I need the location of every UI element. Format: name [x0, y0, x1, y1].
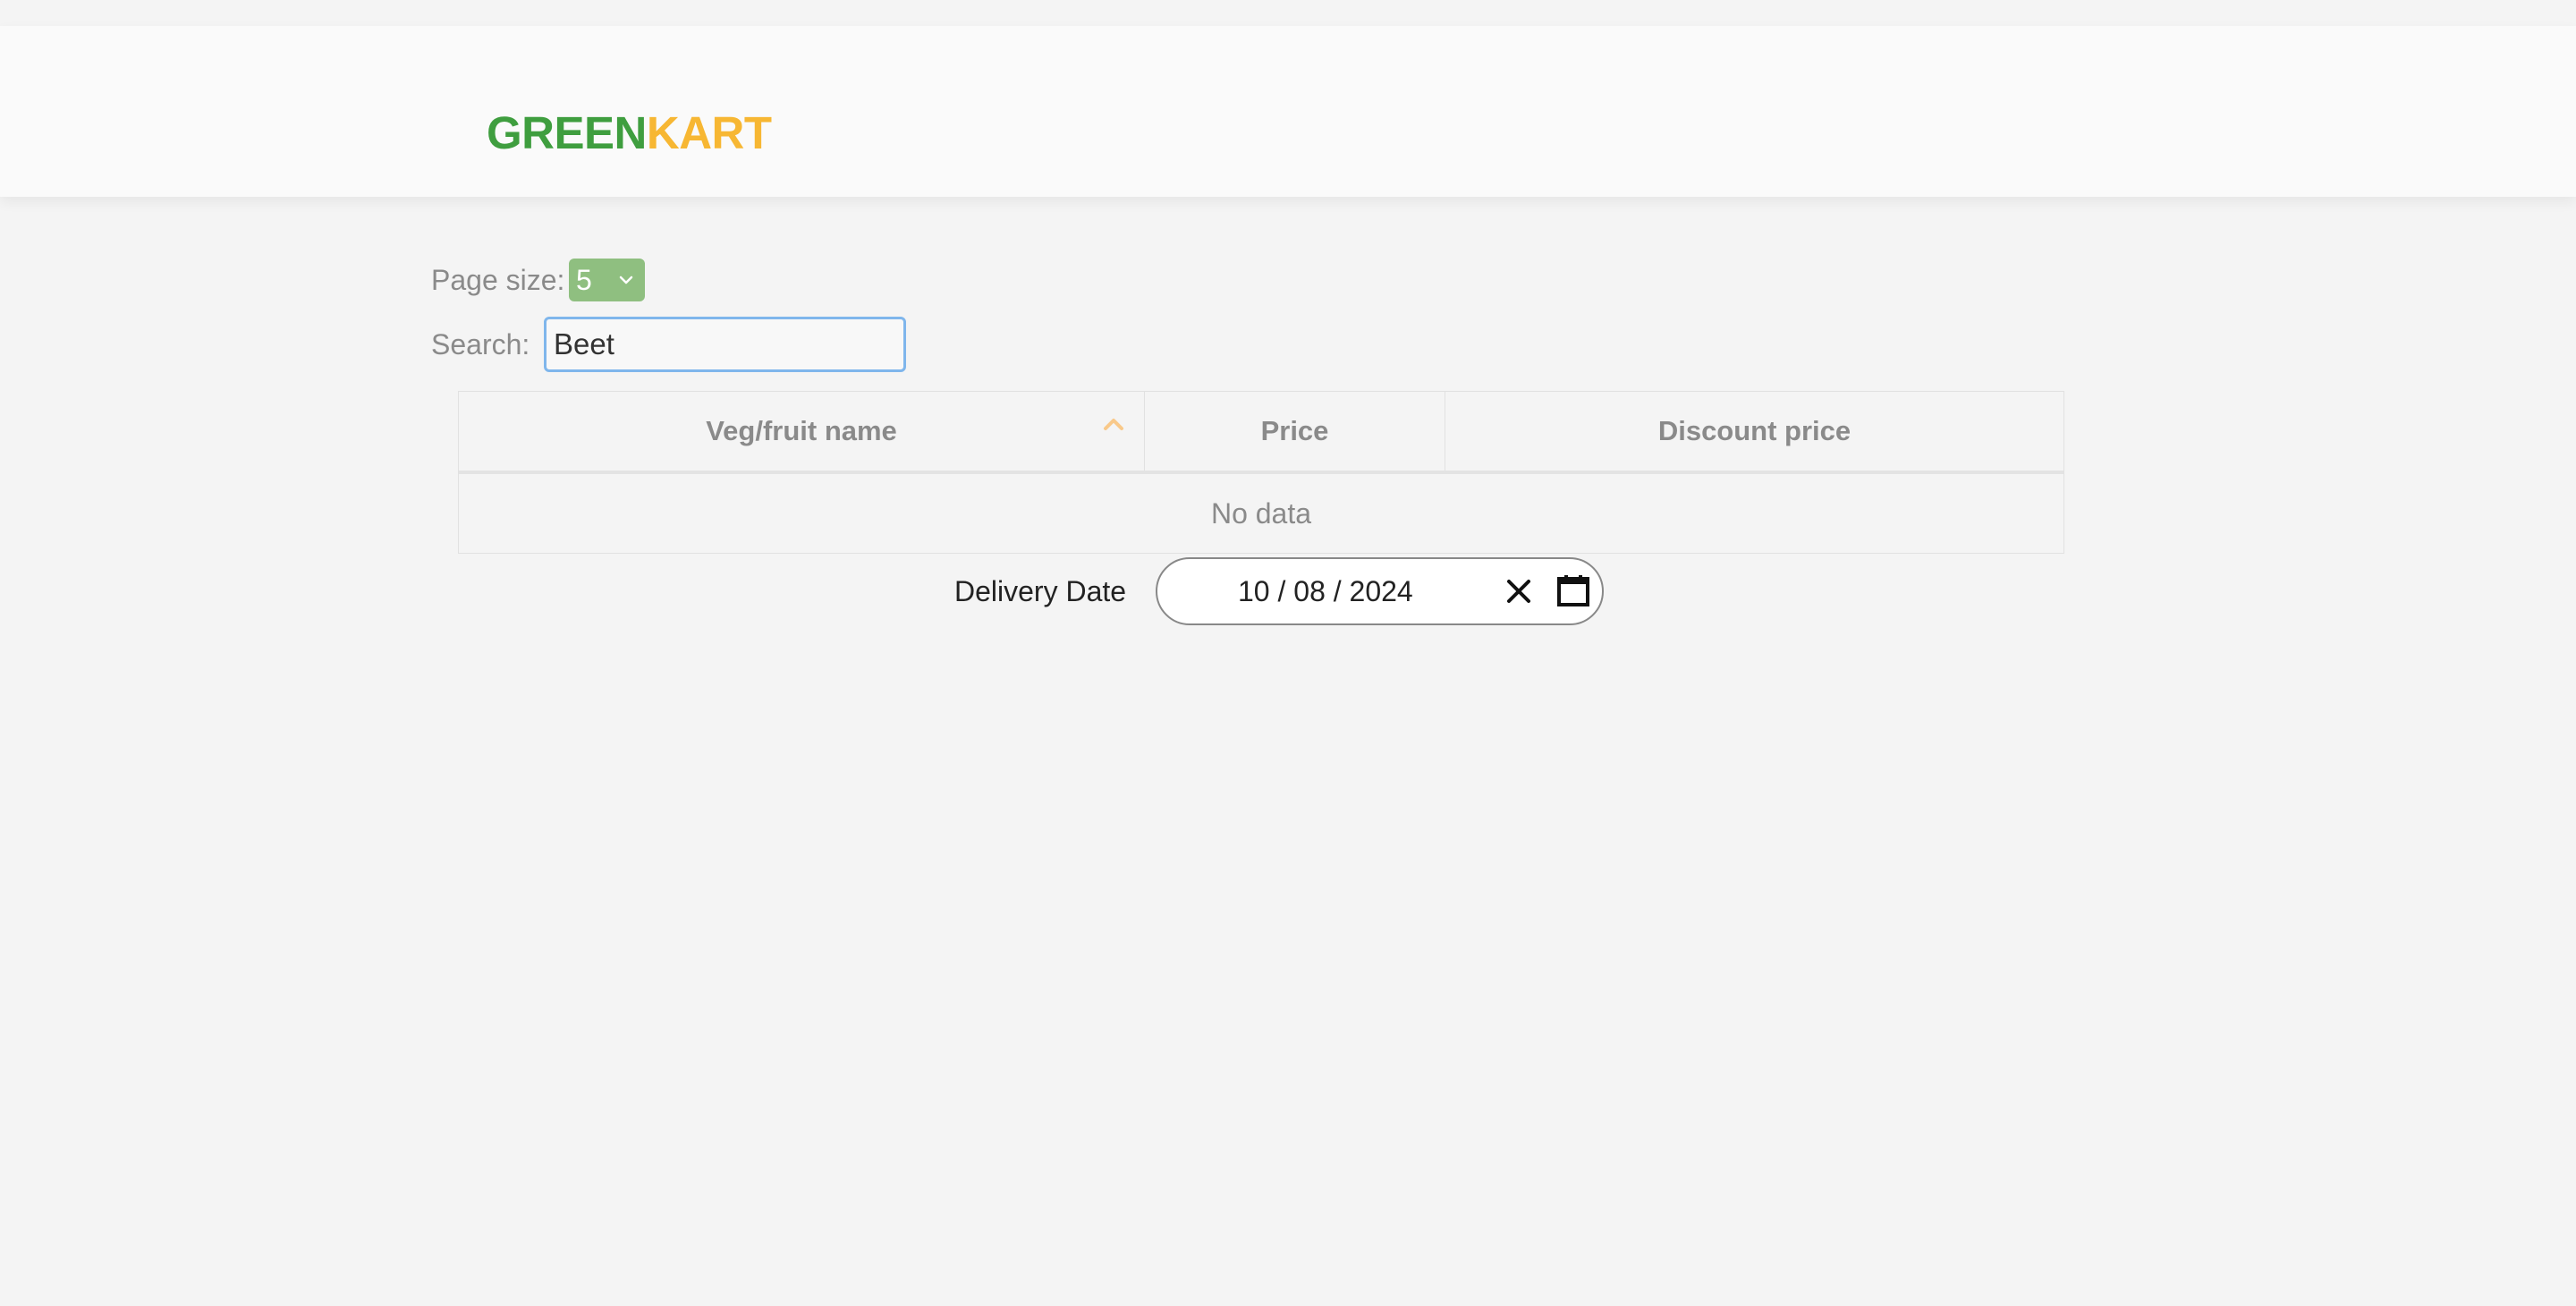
- top-strip: [0, 0, 2576, 26]
- table-header: Veg/fruit name Price Discount price: [459, 392, 2063, 474]
- column-header-name-label: Veg/fruit name: [706, 415, 897, 446]
- chevron-down-icon: [619, 276, 633, 284]
- site-header: GREENKART: [0, 26, 2576, 197]
- search-input[interactable]: [544, 317, 906, 372]
- page-size-select[interactable]: 5: [569, 259, 645, 301]
- brand-logo-green: GREEN: [487, 107, 647, 158]
- products-table: Veg/fruit name Price Discount price No d…: [458, 391, 2064, 554]
- delivery-date-picker[interactable]: 10 / 08 / 2024: [1156, 557, 1604, 625]
- delivery-date-label: Delivery Date: [954, 575, 1127, 607]
- column-header-price[interactable]: Price: [1145, 392, 1445, 471]
- page-size-label: Page size:: [431, 264, 565, 296]
- column-header-name[interactable]: Veg/fruit name: [459, 392, 1145, 471]
- column-header-discount-label: Discount price: [1657, 415, 1852, 446]
- delivery-date-value[interactable]: 10 / 08 / 2024: [1238, 559, 1413, 623]
- close-icon[interactable]: [1504, 577, 1533, 606]
- search-label: Search:: [431, 328, 530, 360]
- page-size-value: 5: [576, 264, 592, 296]
- table-empty-message: No data: [1210, 497, 1312, 530]
- column-header-price-label: Price: [1260, 415, 1329, 446]
- brand-logo[interactable]: GREENKART: [487, 110, 772, 156]
- column-header-discount-price[interactable]: Discount price: [1445, 392, 2063, 471]
- calendar-icon[interactable]: [1556, 573, 1590, 607]
- sort-ascending-icon: [1104, 419, 1123, 430]
- brand-logo-orange: KART: [646, 107, 772, 158]
